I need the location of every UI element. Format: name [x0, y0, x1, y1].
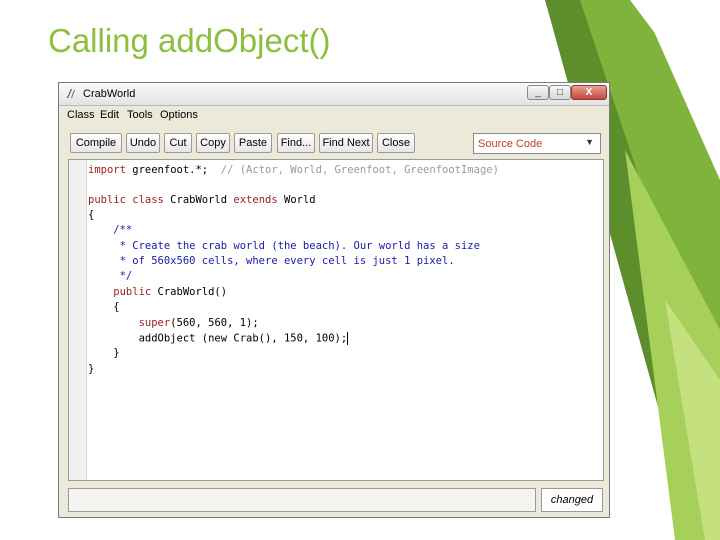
find-next-button[interactable]: Find Next: [319, 133, 373, 153]
status-message: [68, 488, 536, 512]
close-button[interactable]: Close: [377, 133, 415, 153]
menu-tools[interactable]: Tools: [127, 109, 153, 121]
code-line: public CrabWorld(): [88, 286, 228, 298]
chevron-down-icon: ▼: [585, 137, 594, 147]
code-line: /**: [88, 224, 133, 236]
undo-button[interactable]: Undo: [126, 133, 160, 153]
code-line: public class CrabWorld extends World: [88, 194, 316, 206]
compile-button[interactable]: Compile: [70, 133, 122, 153]
menu-bar: Class Edit Tools Options: [59, 106, 609, 124]
paste-button[interactable]: Paste: [234, 133, 272, 153]
menu-edit[interactable]: Edit: [100, 109, 119, 121]
view-select-value: Source Code: [478, 138, 543, 150]
minimize-button[interactable]: _: [527, 85, 549, 100]
source-code-editor[interactable]: import greenfoot.*; // (Actor, World, Gr…: [68, 159, 604, 481]
slide-title: Calling addObject(): [48, 22, 331, 59]
greenfoot-app-icon: [67, 89, 75, 98]
code-line: import greenfoot.*; // (Actor, World, Gr…: [88, 164, 499, 176]
cut-button[interactable]: Cut: [164, 133, 192, 153]
code-line: }: [88, 363, 95, 375]
close-window-button[interactable]: X: [571, 85, 607, 100]
code-line: */: [88, 270, 133, 282]
menu-options[interactable]: Options: [160, 109, 198, 121]
editor-gutter: [69, 160, 87, 480]
view-select[interactable]: Source Code ▼: [473, 133, 601, 154]
window-title: CrabWorld: [83, 88, 136, 100]
status-bar: changed: [68, 486, 604, 514]
code-line: * Create the crab world (the beach). Our…: [88, 240, 480, 252]
code-line: }: [88, 347, 120, 359]
text-caret: [347, 332, 349, 345]
code-line: super(560, 560, 1);: [88, 317, 259, 329]
menu-class[interactable]: Class: [67, 109, 95, 121]
maximize-button[interactable]: □: [549, 85, 571, 100]
code-line: * of 560x560 cells, where every cell is …: [88, 255, 455, 267]
code-line: addObject (new Crab(), 150, 100);: [88, 332, 349, 345]
crabworld-editor-window: CrabWorld _ □ X Class Edit Tools Options…: [58, 82, 610, 518]
find-button[interactable]: Find...: [277, 133, 315, 153]
code-line: {: [88, 301, 120, 313]
copy-button[interactable]: Copy: [196, 133, 230, 153]
changed-status-label: changed: [541, 488, 603, 512]
code-line: {: [88, 209, 95, 221]
window-titlebar[interactable]: CrabWorld _ □ X: [59, 83, 609, 106]
